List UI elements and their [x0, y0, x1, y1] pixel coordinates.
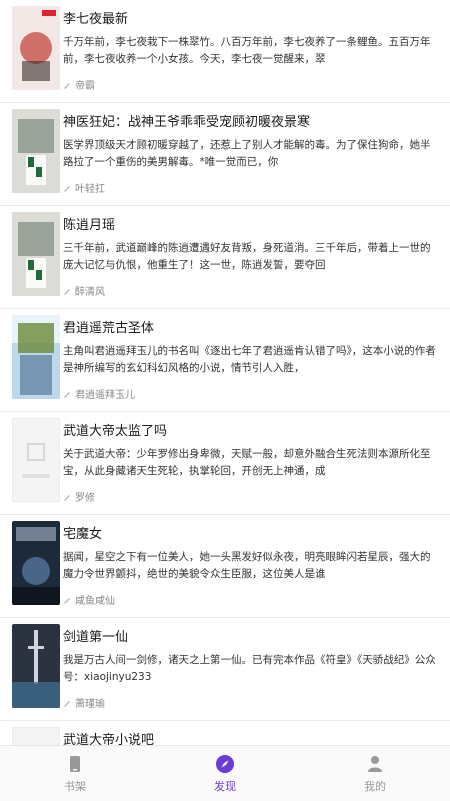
book-description: 千万年前，李七夜栽下一株翠竹。八百万年前，李七夜养了一条鲤鱼。五百万年前，李七夜… — [63, 36, 431, 65]
tab-label: 书架 — [64, 780, 86, 793]
book-item[interactable]: 陈逍月瑶 三千年前，武道巅峰的陈逍遭遇好友背叛，身死道消。三千年后，带着上一世的… — [0, 206, 450, 309]
author-icon — [64, 700, 70, 707]
book-author: 罗修 — [63, 489, 95, 504]
author-icon — [64, 288, 70, 295]
tab-label: 我的 — [364, 780, 386, 793]
book-item[interactable]: 武道大帝小说吧 — [0, 721, 450, 745]
book-list: 李七夜最新 千万年前，李七夜栽下一株翠竹。八百万年前，李七夜养了一条鲤鱼。五百万… — [0, 0, 450, 745]
compass-icon — [216, 755, 234, 773]
book-author: 君逍遥拜玉儿 — [63, 386, 135, 401]
author-icon — [64, 494, 70, 501]
book-author: 萧瑾瑜 — [63, 695, 105, 710]
tab-discover[interactable]: 发现 — [150, 746, 300, 801]
book-cover[interactable] — [12, 212, 60, 296]
book-item[interactable]: 君逍遥荒古圣体 主角叫君逍遥拜玉儿的书名叫《逐出七年了君逍遥肯认错了吗》，这本小… — [0, 309, 450, 412]
book-author: 醉清风 — [63, 283, 105, 298]
author-icon — [64, 391, 70, 398]
book-item[interactable]: 神医狂妃：战神王爷乖乖受宠顾初暖夜景寒 医学界顶级天才顾初暖穿越了，还惹上了别人… — [0, 103, 450, 206]
book-item[interactable]: 李七夜最新 千万年前，李七夜栽下一株翠竹。八百万年前，李七夜养了一条鲤鱼。五百万… — [0, 0, 450, 103]
book-title[interactable]: 神医狂妃：战神王爷乖乖受宠顾初暖夜景寒 — [63, 111, 440, 130]
author-icon — [64, 597, 70, 604]
tab-label: 发现 — [214, 780, 236, 793]
book-title[interactable]: 陈逍月瑶 — [63, 214, 440, 233]
book-item[interactable]: 武道大帝太监了吗 关于武道大帝：少年罗修出身卑微，天赋一般，却意外融合生死法则本… — [0, 412, 450, 515]
author-name: 醉清风 — [75, 287, 105, 298]
book-title[interactable]: 剑道第一仙 — [63, 626, 440, 645]
book-title[interactable]: 君逍遥荒古圣体 — [63, 317, 440, 336]
book-author: 帝霸 — [63, 77, 95, 92]
book-description: 我是万古人间一剑修，诸天之上第一仙。已有完本作品《符皇》《天骄战纪》公众号：xi… — [63, 654, 436, 683]
book-cover[interactable] — [12, 418, 60, 502]
book-title[interactable]: 李七夜最新 — [63, 8, 440, 27]
book-cover[interactable] — [12, 6, 60, 90]
book-cover[interactable] — [12, 624, 60, 708]
author-icon — [64, 82, 70, 89]
book-cover[interactable] — [12, 315, 60, 399]
book-description: 主角叫君逍遥拜玉儿的书名叫《逐出七年了君逍遥肯认错了吗》，这本小说的作者是神所编… — [63, 345, 436, 374]
author-name: 帝霸 — [75, 81, 95, 92]
book-cover[interactable] — [12, 521, 60, 605]
book-title[interactable]: 武道大帝太监了吗 — [63, 420, 440, 439]
tab-mine[interactable]: 我的 — [300, 746, 450, 801]
book-item[interactable]: 宅魔女 据闻，星空之下有一位美人，她一头黑发好似永夜，明亮眼眸闪若星辰，强大的魔… — [0, 515, 450, 618]
tab-bookshelf[interactable]: 书架 — [0, 746, 150, 801]
book-author: 叶轻扛 — [63, 180, 105, 195]
book-item[interactable]: 剑道第一仙 我是万古人间一剑修，诸天之上第一仙。已有完本作品《符皇》《天骄战纪》… — [0, 618, 450, 721]
author-icon — [64, 185, 70, 192]
book-description: 三千年前，武道巅峰的陈逍遭遇好友背叛，身死道消。三千年后，带着上一世的庞大记忆与… — [63, 242, 431, 271]
author-name: 罗修 — [75, 493, 95, 504]
book-cover[interactable] — [12, 727, 60, 745]
book-description: 医学界顶级天才顾初暖穿越了，还惹上了别人才能解的毒。为了保住狗命，她半路拉了一个… — [63, 139, 431, 168]
book-description: 关于武道大帝：少年罗修出身卑微，天赋一般，却意外融合生死法则本源所化至宝，从此身… — [63, 448, 431, 477]
book-title[interactable]: 宅魔女 — [63, 523, 440, 542]
phone-icon — [70, 756, 80, 772]
author-name: 萧瑾瑜 — [75, 699, 105, 710]
author-name: 君逍遥拜玉儿 — [75, 390, 135, 401]
author-name: 叶轻扛 — [75, 184, 105, 195]
book-title[interactable]: 武道大帝小说吧 — [63, 729, 440, 745]
user-icon — [368, 756, 382, 772]
book-description: 据闻，星空之下有一位美人，她一头黑发好似永夜，明亮眼眸闪若星辰，强大的魔力令世界… — [63, 551, 431, 580]
author-name: 咸鱼咸仙 — [75, 596, 115, 607]
book-author: 咸鱼咸仙 — [63, 592, 115, 607]
book-cover[interactable] — [12, 109, 60, 193]
bottom-tab-bar: 书架 发现 我的 — [0, 745, 450, 801]
